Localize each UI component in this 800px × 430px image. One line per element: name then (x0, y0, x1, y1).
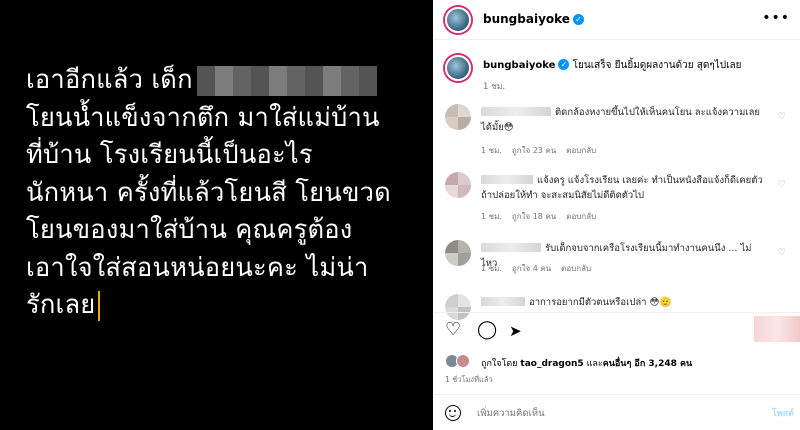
comment-meta: 1 ชม. ถูกใจ 23 คน ตอบกลับ (481, 146, 597, 155)
comment-item: แจ้งครู แจ้งโรงเรียน เลยค่ะ ทำเป็นหนังสื… (445, 172, 790, 224)
post-line-7: รักเลย (26, 287, 426, 325)
header-username[interactable]: bungbaiyoke ✓ (483, 12, 584, 26)
post-line-1: เอาอีกแล้ว เด็ก (26, 62, 426, 100)
comment-like-icon[interactable]: ♡ (778, 248, 786, 258)
post-line-6: เอาใจใส่สอนหน่อยนะคะ ไม่น่า (26, 252, 369, 283)
verified-badge-icon: ✓ (572, 14, 584, 25)
add-comment-bar: โพสต์ (433, 394, 800, 430)
reply-button[interactable]: ตอบกลับ (566, 146, 596, 155)
comment-avatar-blurred[interactable] (445, 240, 471, 266)
comment-item: อาการอยากมีตัวตนหรือเปล่า 😳🫡 (445, 294, 790, 320)
comment-like-icon[interactable]: ♡ (778, 112, 786, 122)
comment-avatar-blurred[interactable] (445, 104, 471, 130)
post-line-3: ที่บ้าน โรงเรียนนี้เป็นอะไร (26, 140, 313, 170)
caption-username[interactable]: bungbaiyoke (483, 60, 555, 71)
avatar[interactable] (445, 7, 471, 33)
share-icon[interactable]: ➤ (509, 322, 522, 340)
comment-item: ติดกล้องหงายขึ้นไปให้เห็นคนโยน ละแจ้งควา… (445, 104, 790, 162)
comment-likes[interactable]: ถูกใจ 4 คน (512, 264, 551, 273)
likes-summary: ถูกใจโดย tao_dragon5 และคนอื่นๆ อีก 3,24… (445, 354, 795, 370)
censored-name-blur (196, 66, 377, 96)
reply-button[interactable]: ตอบกลับ (566, 212, 596, 221)
likes-text: ถูกใจโดย tao_dragon5 และคนอื่นๆ อีก 3,24… (481, 359, 693, 369)
post-line-5: โยนของมาใส่บ้าน คุณครูต้อง (26, 215, 353, 245)
post-comment-button[interactable]: โพสต์ (772, 406, 794, 420)
reply-button[interactable]: ตอบกลับ (561, 264, 591, 273)
post-side-panel: bungbaiyoke ✓ ••• bungbaiyoke ✓ โยนเสร็จ ย… (433, 0, 800, 430)
post-line-2: โยนน้ำแข็งจากตึก มาใส่แม่บ้าน (26, 102, 380, 133)
overlay-blur (754, 316, 800, 342)
verified-badge-icon: ✓ (558, 59, 570, 70)
comment-meta: 1 ชม. ถูกใจ 4 คน ตอบกลับ (481, 264, 592, 273)
comment-input[interactable] (477, 403, 747, 423)
post-image-text: เอาอีกแล้ว เด็ก โยนน้ำแข็งจากตึก มาใส่แม… (26, 62, 426, 325)
post-line-4: นักหนา ครั้งที่แล้วโยนสี โยนขวด (26, 177, 391, 208)
comment-text: อาการอยากมีตัวตนหรือเปล่า 😳🫡 (529, 297, 672, 308)
post-image: เอาอีกแล้ว เด็ก โยนน้ำแข็งจากตึก มาใส่แม… (0, 0, 433, 430)
post-time[interactable]: 1 ชั่วโมงที่แล้ว (445, 374, 493, 386)
heart-icon[interactable]: ♡ (445, 321, 461, 339)
comment-likes[interactable]: ถูกใจ 23 คน (512, 146, 556, 155)
comment-text: ติดกล้องหงายขึ้นไปให้เห็นคนโยน ละแจ้งควา… (481, 107, 760, 133)
comment-text: แจ้งครู แจ้งโรงเรียน เลยค่ะ ทำเป็นหนังสื… (481, 175, 763, 201)
text-caret (98, 291, 101, 321)
comment-like-icon[interactable]: ♡ (778, 180, 786, 190)
action-bar: ♡ ◯ ➤ (433, 312, 800, 348)
caption-body: โยนเสร็จ ยืนยิ้มดูผลงานด้วย สุดๆไปเลย (572, 60, 742, 71)
liker-username[interactable]: tao_dragon5 (520, 359, 583, 369)
liker-avatar[interactable] (456, 354, 470, 368)
comment-likes[interactable]: ถูกใจ 18 คน (512, 212, 556, 221)
more-options-icon[interactable]: ••• (762, 10, 790, 26)
post-header: bungbaiyoke ✓ ••• (433, 0, 800, 40)
comment-avatar-blurred[interactable] (445, 172, 471, 198)
caption-text: bungbaiyoke ✓ โยนเสร็จ ยืนยิ้มดูผลงานด้วย… (483, 58, 742, 73)
comment-item: รับเด็กจบจากเครือโรงเรียนนี้มาทำงานคนนึง… (445, 240, 790, 280)
comment-icon[interactable]: ◯ (477, 321, 497, 339)
comment-meta: 1 ชม. ถูกใจ 18 คน ตอบกลับ (481, 212, 597, 221)
caption-time: 1 ชม. (483, 82, 506, 92)
caption-avatar[interactable] (445, 55, 471, 81)
likes-count[interactable]: คนอื่นๆ อีก 3,248 คน (603, 359, 692, 369)
emoji-icon[interactable] (445, 405, 461, 421)
